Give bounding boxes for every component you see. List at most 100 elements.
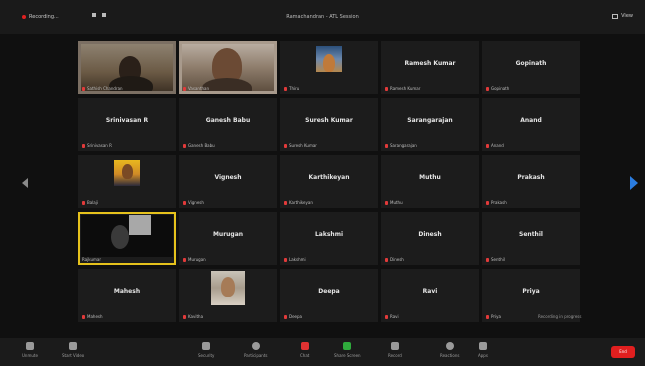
mic-muted-icon [385,200,388,205]
emoji-icon [445,342,454,350]
mic-muted-icon [183,143,186,148]
reactions-button[interactable]: Reactions [440,342,459,358]
participant-tile[interactable]: Karthikeyan Karthikeyan [280,155,378,208]
participant-name: Suresh Kumar [305,117,353,124]
previous-page-arrow-icon[interactable] [22,178,28,188]
participant-tile[interactable]: Kavitha [179,269,277,322]
chat-button[interactable]: Chat [300,342,309,358]
participant-tile[interactable]: Vasanthan [179,41,277,94]
participant-name: Anand [520,117,542,124]
participant-label: Lakshmi [284,257,306,262]
apps-button[interactable]: Apps [478,342,488,358]
participant-name: Prakash [517,174,545,181]
participant-label: Priya [486,314,501,319]
participant-label: Suresh Kumar [284,143,317,148]
video-camera-icon [69,342,78,350]
participant-name: Senthil [519,231,543,238]
mic-muted-icon [284,257,287,262]
participant-tile[interactable]: Deepa Deepa [280,269,378,322]
mic-muted-icon [385,314,388,319]
participant-label: Ganesh Babu [183,143,215,148]
participant-name: Gopinath [515,60,547,67]
mic-muted-icon [385,86,388,91]
record-button[interactable]: Record [388,342,402,358]
mic-muted-icon [385,143,388,148]
end-meeting-button[interactable]: End [611,346,635,358]
grid-view-icon [612,13,619,19]
participant-label: Sathish Chandran [82,86,123,91]
share-screen-icon [343,342,352,350]
participant-label: Vasanthan [183,86,209,91]
unmute-button[interactable]: Unmute [22,342,38,358]
participant-video [81,215,173,257]
participant-label: Karthikeyan [284,200,313,205]
next-page-arrow-icon[interactable] [630,176,638,190]
record-icon [390,342,399,350]
participant-tile[interactable]: Suresh Kumar Suresh Kumar [280,98,378,151]
mic-muted-icon [183,86,186,91]
mic-muted-icon [82,200,85,205]
share-screen-button[interactable]: Share Screen [334,342,361,358]
participant-avatar [114,160,140,186]
participant-label: Kavitha [183,314,203,319]
participant-tile[interactable]: Ramesh Kumar Ramesh Kumar [381,41,479,94]
participant-tile[interactable]: Ravi Ravi [381,269,479,322]
mic-muted-icon [82,314,85,319]
meeting-title: Ramachandran - ATL Session [286,14,359,20]
participant-tile[interactable]: Senthil Senthil [482,212,580,265]
mic-muted-icon [284,200,287,205]
participant-tile[interactable]: Sathish Chandran [78,41,176,94]
mic-muted-icon [486,143,489,148]
participant-tile[interactable]: Balaji [78,155,176,208]
participant-tile[interactable]: Thiru [280,41,378,94]
participant-tile[interactable]: Anand Anand [482,98,580,151]
participant-name: Muthu [419,174,441,181]
participant-name: Dinesh [418,231,442,238]
mic-muted-icon [385,257,388,262]
start-video-button[interactable]: Start Video [62,342,84,358]
participant-label: Ramesh Kumar [385,86,420,91]
participant-label: Dinesh [385,257,404,262]
participant-tile[interactable]: Lakshmi Lakshmi [280,212,378,265]
participant-avatar [316,46,342,72]
microphone-icon [25,342,34,350]
participant-name: Srinivasan R [105,117,149,124]
participant-avatar [211,271,245,305]
participant-name: Sarangarajan [407,117,453,124]
view-button[interactable]: View [612,13,633,19]
participant-label: Rajkumar [82,257,101,262]
participant-video [81,44,173,91]
participant-tile[interactable]: Gopinath Gopinath [482,41,580,94]
participant-tile[interactable]: Muthu Muthu [381,155,479,208]
participant-tile[interactable]: Dinesh Dinesh [381,212,479,265]
participant-label: Mahesh [82,314,103,319]
mic-muted-icon [284,86,287,91]
mic-muted-icon [82,86,85,91]
participant-tile[interactable]: Ganesh Babu Ganesh Babu [179,98,277,151]
security-button[interactable]: Security [198,342,214,358]
participant-label: Gopinath [486,86,509,91]
participants-icon [251,342,260,350]
active-speaker-tile[interactable]: Rajkumar [78,212,176,265]
meeting-toolbar: Unmute Start Video Security Participants… [0,338,645,366]
participant-label: Murugan [183,257,206,262]
participant-tile[interactable]: Mahesh Mahesh [78,269,176,322]
participant-tile[interactable]: Sarangarajan Sarangarajan [381,98,479,151]
participant-label: Prakash [486,200,507,205]
mic-muted-icon [284,314,287,319]
participant-label: Anand [486,143,504,148]
participant-tile[interactable]: Murugan Murugan [179,212,277,265]
participant-name: Deepa [318,288,340,295]
mic-muted-icon [486,86,489,91]
participant-name: Vignesh [214,174,242,181]
participant-tile[interactable]: Vignesh Vignesh [179,155,277,208]
mic-muted-icon [183,200,186,205]
participant-label: Sarangarajan [385,143,417,148]
participant-tile[interactable]: Srinivasan R Srinivasan R [78,98,176,151]
participants-button[interactable]: Participants [244,342,268,358]
view-label: View [621,13,633,19]
participant-label: Balaji [82,200,98,205]
recording-notice: Recording in progress [538,314,582,319]
mic-muted-icon [486,200,489,205]
participant-tile[interactable]: Prakash Prakash [482,155,580,208]
